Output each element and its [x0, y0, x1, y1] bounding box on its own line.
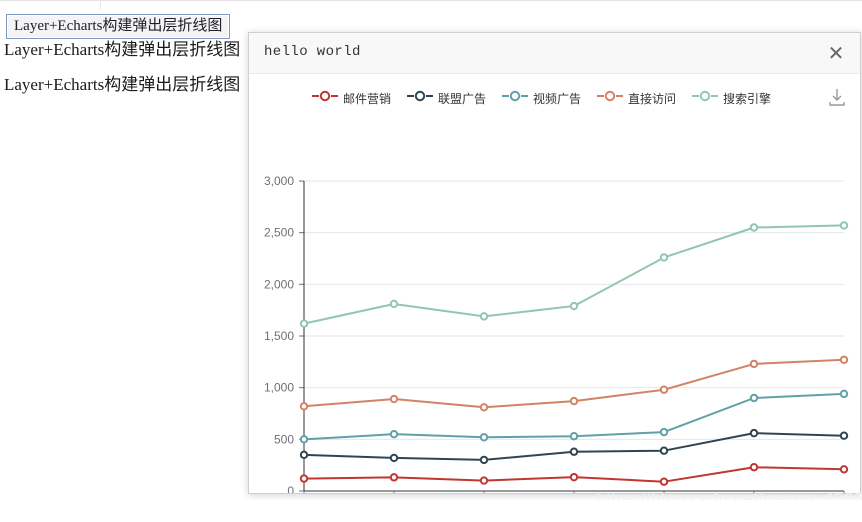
series-point[interactable]	[569, 472, 579, 482]
echarts-line-chart: 邮件营销 联盟广告 视频广告 直接访问 搜索引擎 0 500 1,000 1,500 2,000…	[249, 74, 860, 493]
series-point[interactable]	[389, 453, 399, 463]
close-icon[interactable]: ✕	[822, 39, 850, 67]
page-top-rule	[0, 0, 862, 1]
dialog-title: hello world	[264, 44, 361, 60]
series-point[interactable]	[479, 455, 489, 465]
dialog-body: 邮件营销 联盟广告 视频广告 直接访问 搜索引擎 0 500 1,000 1,500 2,000…	[249, 74, 860, 493]
series-point[interactable]	[749, 463, 759, 472]
series-point[interactable]	[839, 431, 849, 440]
series-point[interactable]	[389, 299, 399, 309]
series-point[interactable]	[569, 432, 579, 441]
series-point[interactable]	[479, 403, 489, 412]
series-point[interactable]	[659, 446, 669, 455]
background-text-line-2: Layer+Echarts构建弹出层折线图	[4, 75, 241, 94]
series-point[interactable]	[299, 435, 309, 444]
series-point[interactable]	[299, 474, 309, 483]
series-point[interactable]	[659, 477, 669, 486]
series-point[interactable]	[389, 394, 399, 404]
layer-dialog: hello world ✕ 邮件营销 联盟广告 视频广告 直接访问 搜索引擎 0 500 1…	[248, 32, 861, 494]
series-point[interactable]	[389, 473, 399, 482]
series-point[interactable]	[299, 402, 309, 411]
y-axis-label: 1,000	[264, 381, 294, 395]
series-point[interactable]	[749, 393, 759, 403]
series-point[interactable]	[569, 447, 579, 456]
series-point[interactable]	[659, 427, 669, 437]
y-axis-label: 3,000	[264, 174, 294, 188]
page-bottom-area	[0, 500, 862, 522]
y-axis-label: 2,000	[264, 277, 294, 291]
series-point[interactable]	[749, 359, 759, 369]
series-point[interactable]	[479, 476, 489, 485]
series-point[interactable]	[569, 301, 579, 311]
series-point[interactable]	[839, 389, 849, 399]
series-point[interactable]	[749, 223, 759, 232]
series-point[interactable]	[659, 253, 669, 262]
series-point[interactable]	[659, 385, 669, 394]
y-axis-label: 500	[274, 432, 294, 446]
series-point[interactable]	[299, 319, 309, 328]
series-point[interactable]	[389, 429, 399, 439]
series-point[interactable]	[479, 312, 489, 321]
series-point[interactable]	[839, 221, 849, 230]
y-axis-label: 1,500	[264, 329, 294, 343]
series-point[interactable]	[839, 465, 849, 474]
series-point[interactable]	[479, 433, 489, 442]
page-column-separator	[100, 0, 101, 10]
series-point[interactable]	[299, 450, 309, 460]
background-text-line-1: Layer+Echarts构建弹出层折线图	[4, 40, 241, 59]
series-point[interactable]	[749, 428, 759, 438]
y-axis-label: 2,500	[264, 226, 294, 240]
series-point[interactable]	[839, 355, 849, 364]
series-point[interactable]	[569, 396, 579, 406]
dialog-title-bar: hello world ✕	[249, 33, 860, 74]
chart-plot-area: 05001,0001,5002,0002,5003,000周一周二周三周四周五周…	[264, 174, 849, 493]
y-axis-label: 0	[287, 484, 294, 493]
